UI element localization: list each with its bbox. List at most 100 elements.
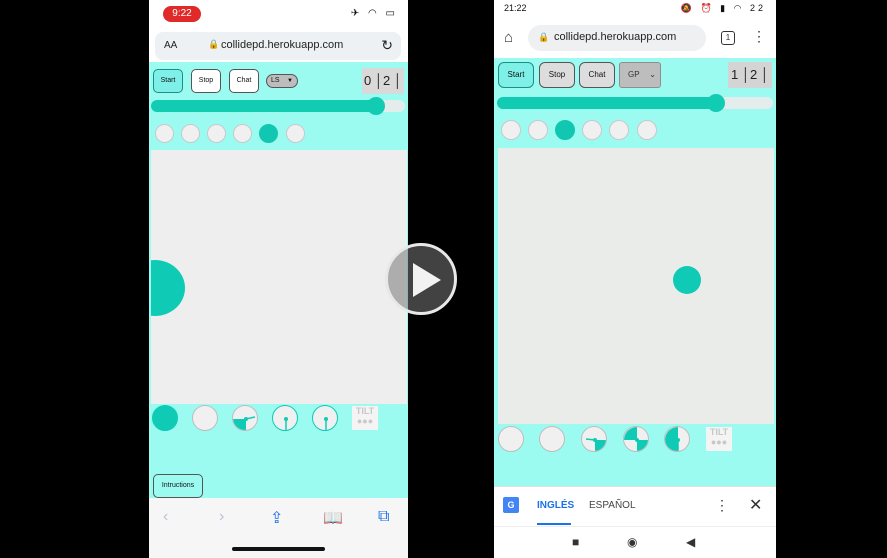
chrome-omnibox[interactable]: 🔒 collidepd.herokuapp.com xyxy=(528,25,706,51)
level-dot[interactable] xyxy=(637,120,657,140)
tilt-button[interactable]: TILT ●●● xyxy=(706,427,732,451)
tilt-label: TILT xyxy=(709,427,729,437)
speed-slider[interactable] xyxy=(497,94,773,112)
lock-icon: 🔒 xyxy=(208,39,220,49)
tab-spanish[interactable]: ESPAÑOL xyxy=(589,500,636,511)
right-phone-screen: 21:22 🔕 ⏰ ▮ ◠ 22 ⌂ 🔒 collidepd.herokuapp… xyxy=(494,0,776,558)
chrome-toolbar: ⌂ 🔒 collidepd.herokuapp.com 1 ⋮ xyxy=(494,18,776,58)
home-indicator xyxy=(232,547,325,551)
back-icon[interactable]: ◀ xyxy=(686,535,695,549)
player-ball xyxy=(673,266,701,294)
angle-dial-icon xyxy=(665,427,680,451)
chat-button[interactable]: Chat xyxy=(579,62,615,88)
ios-status-bar: 9:22 ✈ ◠ ▭ xyxy=(149,0,408,28)
tab-english-underline xyxy=(537,523,571,525)
status-icons: 🔕 ⏰ ▮ ◠ 22 xyxy=(680,3,766,13)
tilt-dots-icon: ●●● xyxy=(356,416,374,426)
tab-count-button[interactable]: 1 xyxy=(721,31,735,45)
control-solid[interactable] xyxy=(152,405,178,431)
level-dot[interactable] xyxy=(286,124,305,143)
level-dot-selected[interactable] xyxy=(259,124,278,143)
safari-address-bar[interactable]: AA 🔒 collidepd.herokuapp.com ↻ xyxy=(155,32,401,60)
control-empty[interactable] xyxy=(498,426,524,452)
chevron-down-icon: ⌄ xyxy=(649,70,656,79)
mode-select[interactable]: GP ⌄ xyxy=(619,62,661,88)
score-display: 0 │2 │ xyxy=(362,68,404,94)
status-time: 9:22 xyxy=(163,6,201,22)
control-angle-a[interactable] xyxy=(232,405,258,431)
status-time: 21:22 xyxy=(504,3,527,13)
angle-dial-icon xyxy=(585,438,606,451)
game-canvas[interactable] xyxy=(151,150,407,404)
video-frame: 9:22 ✈ ◠ ▭ AA 🔒 collidepd.herokuapp.com … xyxy=(0,0,887,558)
control-empty[interactable] xyxy=(539,426,565,452)
close-icon[interactable]: ✕ xyxy=(749,495,762,515)
level-dot-selected[interactable] xyxy=(555,120,575,140)
home-icon[interactable]: ⌂ xyxy=(504,29,513,46)
url-text[interactable]: collidepd.herokuapp.com xyxy=(554,31,676,43)
play-button[interactable] xyxy=(385,243,457,315)
control-angle-c[interactable] xyxy=(312,405,338,431)
mode-select-value: GP xyxy=(628,70,640,79)
instructions-button[interactable]: Intructions xyxy=(153,474,203,498)
android-status-bar: 21:22 🔕 ⏰ ▮ ◠ 22 xyxy=(494,0,776,18)
left-phone-screen: 9:22 ✈ ◠ ▭ AA 🔒 collidepd.herokuapp.com … xyxy=(149,0,408,558)
game-app: Start Stop Chat LS ▼ 0 │2 │ TILT ●●● Int… xyxy=(149,62,408,498)
speed-slider[interactable] xyxy=(151,97,405,115)
control-angle-a[interactable] xyxy=(581,426,607,452)
slider-thumb[interactable] xyxy=(367,97,385,115)
menu-icon[interactable]: ⋮ xyxy=(752,28,766,45)
control-empty[interactable] xyxy=(192,405,218,431)
angle-dial-icon xyxy=(324,417,328,430)
player-ball xyxy=(151,260,185,316)
level-dot[interactable] xyxy=(609,120,629,140)
level-dot[interactable] xyxy=(155,124,174,143)
google-translate-icon: G xyxy=(503,497,519,513)
menu-icon[interactable]: ⋮ xyxy=(715,497,729,514)
chevron-down-icon: ▼ xyxy=(287,78,293,84)
slider-thumb[interactable] xyxy=(707,94,725,112)
tilt-dots-icon: ●●● xyxy=(710,437,728,447)
angle-dial-icon xyxy=(624,427,648,451)
level-dot[interactable] xyxy=(501,120,521,140)
level-dot[interactable] xyxy=(207,124,226,143)
mode-select[interactable]: LS ▼ xyxy=(266,74,298,88)
translate-bar: G INGLÉS ESPAÑOL ⋮ ✕ xyxy=(494,486,776,526)
forward-icon[interactable]: › xyxy=(219,508,224,526)
game-canvas[interactable] xyxy=(498,148,774,424)
url-text[interactable]: collidepd.herokuapp.com xyxy=(221,39,343,51)
level-dot[interactable] xyxy=(528,120,548,140)
control-angle-c[interactable] xyxy=(664,426,690,452)
control-angle-b[interactable] xyxy=(272,405,298,431)
android-nav-bar: ■ ◉ ◀ xyxy=(494,526,776,558)
mode-select-value: LS xyxy=(271,77,280,84)
back-icon[interactable]: ‹ xyxy=(163,508,168,526)
status-icons: ✈ ◠ ▭ xyxy=(350,8,398,19)
level-dot[interactable] xyxy=(181,124,200,143)
stop-button[interactable]: Stop xyxy=(191,69,221,93)
start-button[interactable]: Start xyxy=(153,69,183,93)
stop-button[interactable]: Stop xyxy=(539,62,575,88)
home-nav-icon[interactable]: ◉ xyxy=(627,535,637,549)
score-display: 1 │2 │ xyxy=(728,62,772,88)
angle-dial-icon xyxy=(284,417,288,430)
share-icon[interactable]: ⇪ xyxy=(270,508,283,528)
level-dot[interactable] xyxy=(233,124,252,143)
level-dot[interactable] xyxy=(582,120,602,140)
reload-icon[interactable]: ↻ xyxy=(381,37,393,54)
tabs-icon[interactable]: ⧉ xyxy=(378,508,389,526)
recents-icon[interactable]: ■ xyxy=(572,535,579,549)
bookmarks-icon[interactable]: 📖 xyxy=(323,508,343,528)
tilt-button[interactable]: TILT ●●● xyxy=(352,406,378,430)
start-button[interactable]: Start xyxy=(498,62,534,88)
game-app: Start Stop Chat GP ⌄ 1 │2 │ TILT ●●● xyxy=(494,58,776,486)
lock-icon: 🔒 xyxy=(538,32,550,42)
control-angle-b[interactable] xyxy=(623,426,649,452)
slider-fill xyxy=(497,97,717,109)
chat-button[interactable]: Chat xyxy=(229,69,259,93)
angle-dial-icon xyxy=(233,416,256,430)
text-size-button[interactable]: AA xyxy=(164,40,177,51)
slider-fill xyxy=(151,100,377,112)
play-icon xyxy=(413,263,441,297)
tab-english[interactable]: INGLÉS xyxy=(537,500,574,511)
